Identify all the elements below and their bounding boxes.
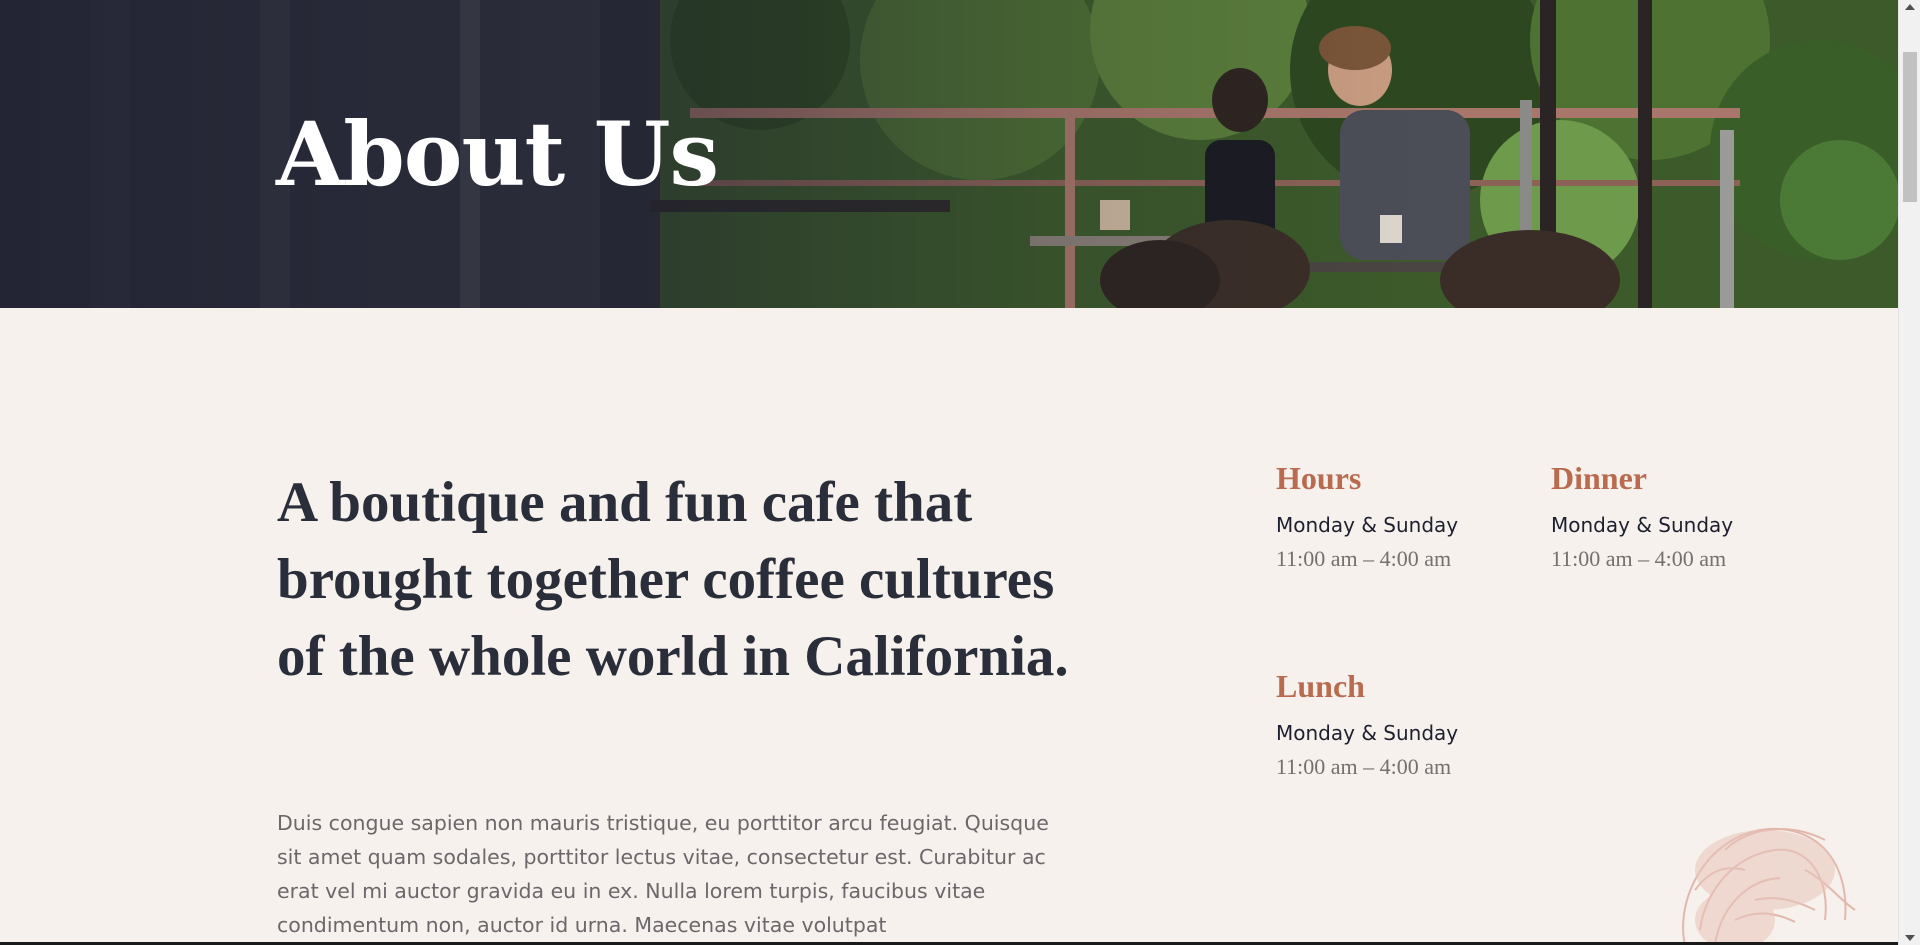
lunch-title: Lunch bbox=[1276, 668, 1365, 704]
dinner-title: Dinner bbox=[1551, 460, 1647, 496]
dinner-days: Monday & Sunday bbox=[1551, 513, 1734, 537]
vertical-scrollbar[interactable] bbox=[1898, 0, 1920, 945]
dinner-block: Dinner Monday & Sunday 11:00 am – 4:00 a… bbox=[1551, 458, 1733, 578]
hours-title: Hours bbox=[1276, 460, 1362, 496]
lunch-days: Monday & Sunday bbox=[1276, 721, 1459, 745]
scroll-up-icon[interactable] bbox=[1905, 4, 1915, 10]
hero-banner: About Us bbox=[0, 0, 1898, 308]
woman-illustration-icon bbox=[1682, 827, 1856, 945]
scrollbar-thumb[interactable] bbox=[1903, 52, 1917, 202]
hours-days: Monday & Sunday bbox=[1276, 513, 1459, 537]
intro-body: Duis congue sapien non mauris tristique,… bbox=[277, 811, 1049, 937]
hours-time: 11:00 am – 4:00 am bbox=[1276, 546, 1452, 571]
page: About Us A boutique and fun cafe that br… bbox=[0, 0, 1898, 945]
hours-block: Hours Monday & Sunday 11:00 am – 4:00 am bbox=[1276, 458, 1458, 578]
dinner-time: 11:00 am – 4:00 am bbox=[1551, 546, 1727, 571]
scroll-down-icon[interactable] bbox=[1905, 935, 1915, 941]
page-title: About Us bbox=[276, 102, 719, 206]
lunch-time: 11:00 am – 4:00 am bbox=[1276, 754, 1452, 779]
intro-headline: A boutique and fun cafe that brought tog… bbox=[277, 471, 1069, 688]
lunch-block: Lunch Monday & Sunday 11:00 am – 4:00 am bbox=[1276, 666, 1458, 786]
